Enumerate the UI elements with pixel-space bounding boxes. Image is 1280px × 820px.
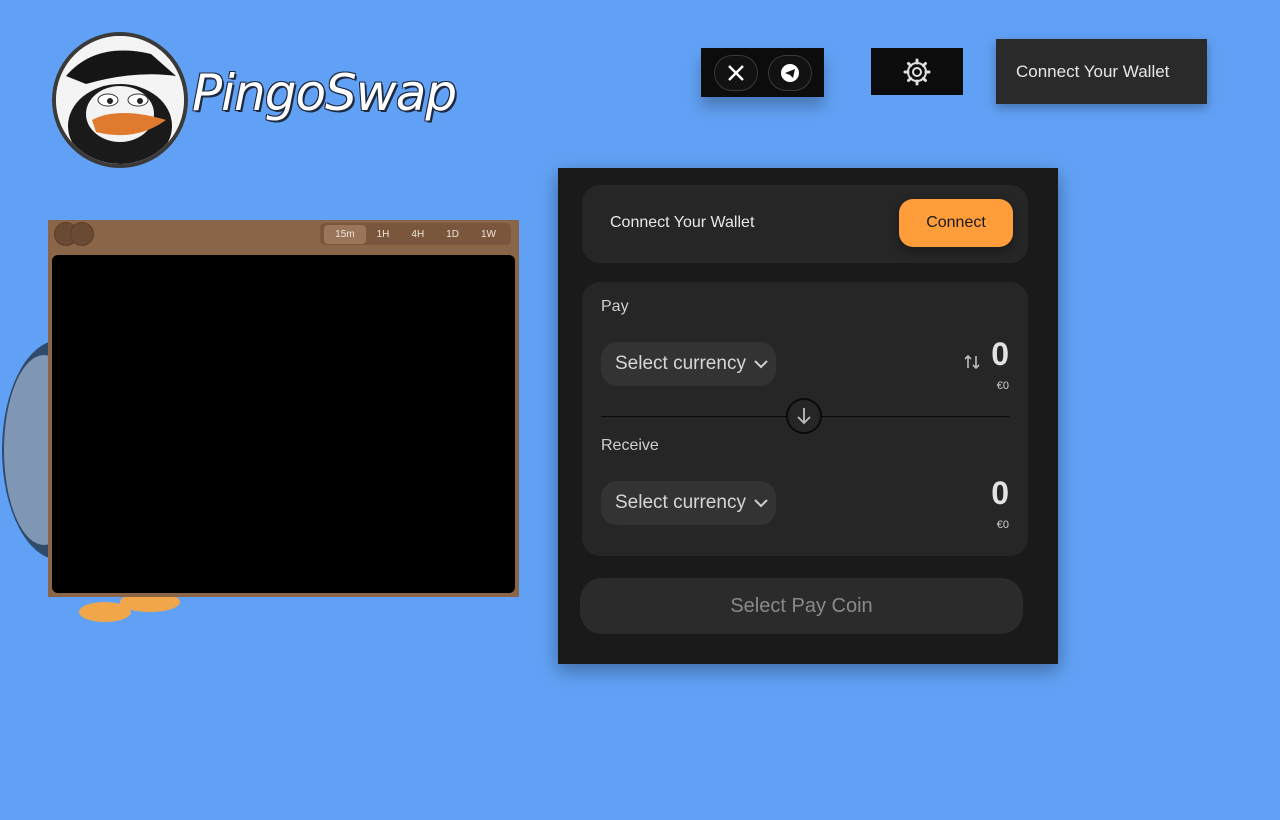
token-icon xyxy=(70,222,94,246)
timeframe-4h[interactable]: 4H xyxy=(400,225,435,244)
action-bar: Select Pay Coin xyxy=(558,556,1058,664)
receive-label: Receive xyxy=(601,437,659,454)
pay-currency-placeholder: Select currency xyxy=(615,353,746,374)
flip-button[interactable] xyxy=(786,398,822,434)
gear-icon xyxy=(903,58,931,85)
receive-currency-placeholder: Select currency xyxy=(615,492,746,513)
timeframe-1w[interactable]: 1W xyxy=(470,225,507,244)
timeframe-1d[interactable]: 1D xyxy=(435,225,470,244)
arrow-down-icon xyxy=(797,408,811,425)
chevron-down-icon xyxy=(754,499,768,508)
swap-form: Pay Select currency 0 €0 Receive Select … xyxy=(582,282,1028,556)
receive-currency-select[interactable]: Select currency xyxy=(601,481,776,525)
select-pay-coin-button[interactable]: Select Pay Coin xyxy=(580,578,1023,634)
price-chart-widget: 15m 1H 4H 1D 1W xyxy=(48,220,519,597)
swap-panel: Connect Your Wallet Connect Pay Select c… xyxy=(558,168,1058,664)
pay-amount[interactable]: 0 xyxy=(991,336,1009,373)
chart-canvas[interactable] xyxy=(52,255,515,593)
settings-button[interactable] xyxy=(871,48,963,95)
connect-button[interactable]: Connect xyxy=(899,199,1013,247)
pay-currency-select[interactable]: Select currency xyxy=(601,342,776,386)
token-pair-icons xyxy=(54,222,94,246)
swap-direction-icon[interactable] xyxy=(962,352,982,372)
social-links xyxy=(701,48,824,97)
brand-logo xyxy=(52,32,188,168)
penguin-logo-icon xyxy=(56,36,184,164)
x-link-button[interactable] xyxy=(713,54,758,91)
wallet-connect-card: Connect Your Wallet Connect xyxy=(582,185,1028,263)
connect-wallet-prompt: Connect Your Wallet xyxy=(610,214,755,231)
timeframe-1h[interactable]: 1H xyxy=(366,225,401,244)
receive-amount: 0 xyxy=(991,475,1009,511)
connect-wallet-header-button[interactable]: Connect Your Wallet xyxy=(996,39,1207,104)
pay-fiat-value: €0 xyxy=(996,380,1009,392)
timeframe-15m[interactable]: 15m xyxy=(324,224,366,244)
telegram-icon xyxy=(780,63,799,82)
timeframe-selector: 15m 1H 4H 1D 1W xyxy=(320,223,511,245)
x-icon xyxy=(727,64,744,81)
telegram-link-button[interactable] xyxy=(767,54,812,91)
receive-fiat-value: €0 xyxy=(996,519,1009,531)
chevron-down-icon xyxy=(754,360,768,369)
brand-name: PingoSwap xyxy=(192,64,457,122)
pay-label: Pay xyxy=(601,298,629,315)
